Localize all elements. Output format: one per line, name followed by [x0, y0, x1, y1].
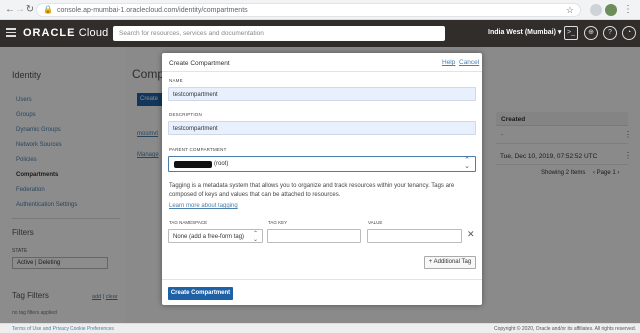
parent-compartment-select[interactable]: (root) ⌃ ⌄ — [168, 156, 476, 172]
cancel-link[interactable]: Cancel — [459, 59, 479, 66]
description-field[interactable]: testcompartment — [168, 121, 476, 135]
tag-value-input[interactable] — [367, 229, 462, 243]
star-icon[interactable]: ☆ — [566, 5, 574, 16]
cloud-shell-icon[interactable]: >_ — [564, 26, 578, 40]
user-icon[interactable]: ◔ — [622, 26, 636, 40]
learn-more-tagging-link[interactable]: Learn more about tagging — [169, 203, 238, 209]
select-arrows-icon: ⌃ ⌄ — [252, 231, 258, 243]
reload-icon[interactable]: ↻ — [24, 4, 36, 16]
url-text: console.ap-mumbai-1.oraclecloud.com/iden… — [57, 7, 248, 14]
help-link[interactable]: Help — [442, 59, 455, 66]
tag-key-input[interactable] — [267, 229, 361, 243]
close-icon[interactable]: ✕ — [467, 229, 475, 240]
region-selector[interactable]: India West (Mumbai) ▾ — [488, 28, 561, 36]
dialog-title: Create Compartment — [169, 60, 230, 67]
parent-compartment-label: PARENT COMPARTMENT — [169, 147, 227, 152]
globe-icon[interactable]: ⊕ — [584, 26, 598, 40]
create-compartment-dialog: Create Compartment Help Cancel NAME test… — [162, 53, 482, 305]
select-arrows-icon: ⌃ ⌄ — [464, 157, 470, 170]
divider — [162, 71, 482, 72]
value-label: VALUE — [368, 220, 383, 225]
hamburger-icon[interactable] — [6, 28, 16, 38]
description-label: DESCRIPTION — [169, 112, 202, 117]
menu-icon[interactable]: ⋮ — [622, 4, 634, 16]
tag-namespace-label: TAG NAMESPACE — [169, 220, 208, 225]
console-header: ORACLE Cloud Search for resources, servi… — [0, 20, 640, 47]
browser-toolbar: ← → ↻ 🔒 console.ap-mumbai-1.oraclecloud.… — [0, 0, 640, 20]
divider — [162, 279, 482, 280]
terms-link[interactable]: Terms of Use and Privacy — [12, 326, 69, 332]
search-input[interactable]: Search for resources, services and docum… — [113, 26, 445, 41]
tag-key-label: TAG KEY — [268, 220, 288, 225]
footer: Terms of Use and Privacy Cookie Preferen… — [0, 323, 640, 333]
cookie-preferences-link[interactable]: Cookie Preferences — [70, 326, 114, 332]
name-field[interactable]: testcompartment — [168, 87, 476, 101]
create-compartment-button[interactable]: Create Compartment — [168, 287, 233, 300]
lock-icon: 🔒 — [43, 5, 53, 14]
additional-tag-button[interactable]: + Additional Tag — [424, 256, 476, 269]
oracle-cloud-logo[interactable]: ORACLE Cloud — [23, 27, 108, 39]
extension-icon[interactable] — [590, 4, 602, 16]
redacted-name — [174, 161, 212, 168]
tagging-description: Tagging is a metadata system that allows… — [169, 183, 455, 198]
address-bar[interactable]: 🔒 console.ap-mumbai-1.oraclecloud.com/id… — [36, 3, 581, 17]
tag-namespace-select[interactable]: None (add a free-form tag) ⌃ ⌄ — [168, 229, 263, 243]
copyright: Copyright © 2020, Oracle and/or its affi… — [494, 326, 636, 332]
profile-avatar[interactable] — [605, 4, 617, 16]
help-icon[interactable]: ? — [603, 26, 617, 40]
name-label: NAME — [169, 78, 183, 83]
